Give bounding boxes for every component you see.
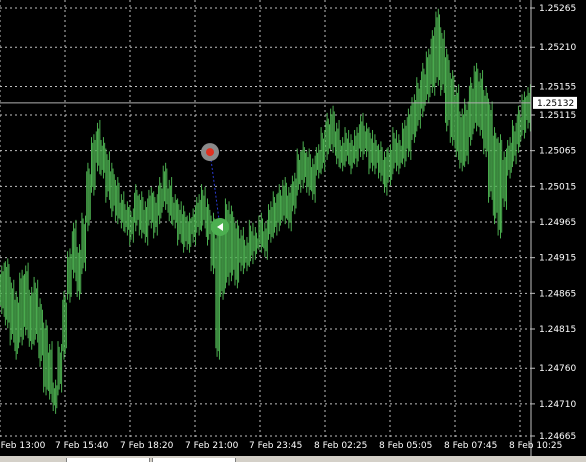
- price-tick-label: 1.25065: [539, 147, 576, 157]
- price-tick-label: 1.25155: [539, 82, 576, 92]
- price-tick-label: 1.24965: [539, 218, 576, 228]
- time-tick-label: 7 Feb 21:00: [185, 441, 239, 451]
- chart-window[interactable]: 1.25265 1.25210 1.25155 1.25115 1.25065 1.250…: [0, 0, 586, 462]
- price-tick-label: 1.25115: [539, 111, 576, 121]
- time-tick-label: 7 Feb 23:45: [249, 441, 302, 451]
- time-tick-label: 7 Feb 13:00: [0, 441, 46, 451]
- time-tick-label: 8 Feb 10:25: [509, 441, 562, 451]
- price-tick-label: 1.24865: [539, 289, 576, 299]
- current-price-label: 1.25132: [537, 99, 574, 109]
- price-chart[interactable]: 1.25265 1.25210 1.25155 1.25115 1.25065 1.250…: [0, 0, 586, 462]
- time-tick-label: 8 Feb 07:45: [444, 441, 497, 451]
- price-tick-label: 1.24815: [539, 325, 576, 335]
- chart-tab[interactable]: [66, 458, 150, 462]
- time-tick-label: 7 Feb 18:20: [120, 441, 174, 451]
- price-tick-label: 1.24710: [539, 400, 576, 410]
- price-tick-label: 1.24760: [539, 364, 576, 374]
- current-price-tag: 1.25132: [533, 96, 577, 109]
- time-tick-label: 8 Feb 02:25: [314, 441, 367, 451]
- price-bars: [0, 8, 531, 414]
- price-axis: 1.25265 1.25210 1.25155 1.25115 1.25065 1.250…: [531, 4, 576, 442]
- price-tick-label: 1.25265: [539, 4, 576, 14]
- time-tick-label: 7 Feb 15:40: [55, 441, 109, 451]
- price-tick-label: 1.24915: [539, 254, 576, 264]
- chart-tab[interactable]: [152, 458, 236, 462]
- trade-close-dot: [206, 148, 214, 157]
- price-tick-label: 1.25210: [539, 43, 576, 53]
- time-axis: 7 Feb 13:00 7 Feb 15:40 7 Feb 18:20 7 Feb 2…: [0, 441, 562, 451]
- grid-lines: [0, 0, 531, 440]
- price-tick-label: 1.25015: [539, 182, 576, 192]
- time-tick-label: 8 Feb 05:05: [379, 441, 432, 451]
